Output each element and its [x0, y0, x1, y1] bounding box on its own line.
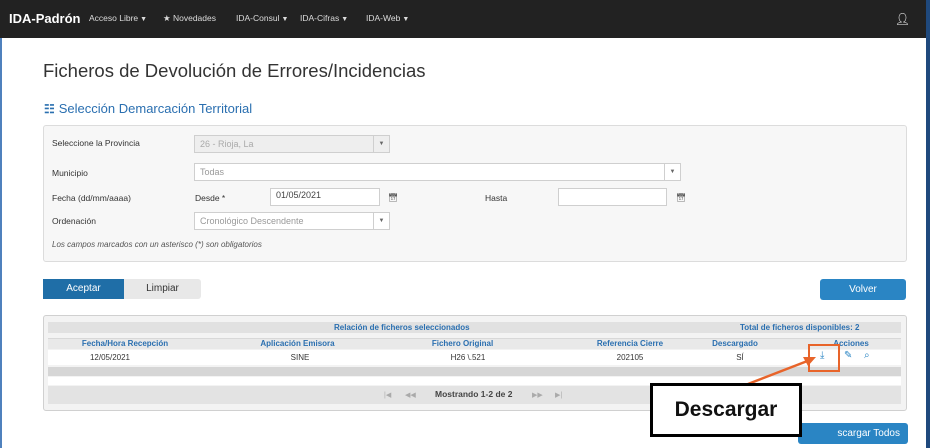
- annotation-arrow: [747, 357, 816, 386]
- download-all-button[interactable]: scargar Todos: [798, 423, 908, 444]
- annotation-callout: Descargar: [650, 383, 802, 437]
